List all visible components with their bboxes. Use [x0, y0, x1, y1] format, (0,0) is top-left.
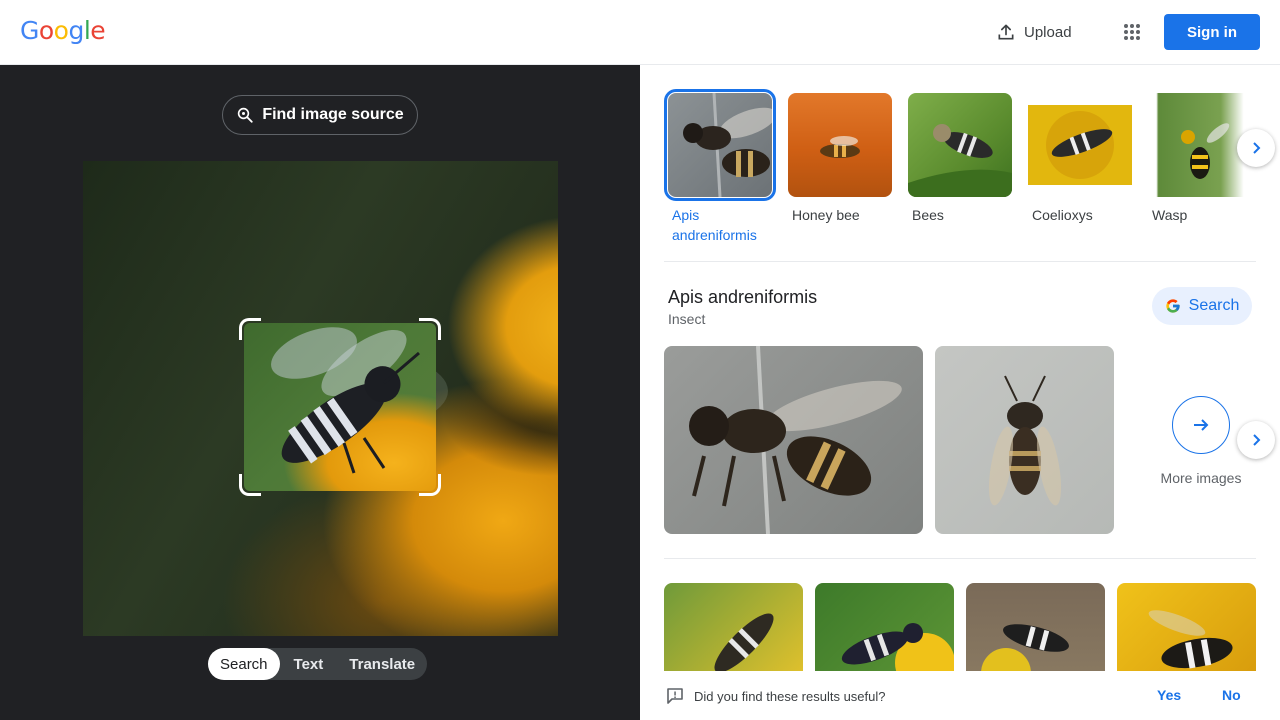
feedback-no-button[interactable]: No [1222, 687, 1241, 703]
related-item-wasp[interactable]: Wasp [1148, 93, 1252, 225]
related-item-coelioxys[interactable]: Coelioxys [1028, 93, 1132, 225]
bee-icon [683, 93, 772, 197]
bee-icon [820, 136, 860, 158]
feedback-bar: Did you find these results useful? Yes N… [640, 671, 1280, 720]
entity-next-button[interactable] [1237, 421, 1275, 459]
find-image-source-button[interactable]: Find image source [222, 95, 418, 135]
thumbnail [908, 93, 1012, 197]
bee-icon [1028, 105, 1132, 185]
visual-match-2[interactable] [815, 583, 954, 671]
visual-match-1[interactable] [664, 583, 803, 671]
related-item-label: Apis andreniformis [672, 207, 757, 243]
upload-icon [998, 24, 1014, 40]
source-image [83, 161, 558, 636]
crop-selection-frame[interactable] [239, 318, 441, 496]
apps-button[interactable] [1116, 16, 1148, 48]
upload-label: Upload [1024, 23, 1072, 41]
bee-icon [714, 613, 774, 671]
apps-grid-icon [1124, 24, 1140, 40]
related-entities-carousel: Apis andreniformis Honey bee Bees Coelio… [664, 89, 1275, 249]
thumbnail [1028, 93, 1132, 197]
related-item-label: Wasp [1152, 207, 1188, 223]
divider [664, 261, 1256, 262]
entity-search-button[interactable]: Search [1152, 287, 1252, 325]
crop-corner-top-right[interactable] [419, 318, 441, 340]
sign-in-button[interactable]: Sign in [1164, 14, 1260, 50]
bee-icon [841, 623, 954, 671]
chevron-right-icon [1253, 434, 1261, 446]
google-g-icon [1165, 299, 1180, 313]
feedback-question: Did you find these results useful? [694, 689, 886, 704]
related-item-label: Honey bee [792, 207, 860, 223]
bee-icon [908, 124, 1012, 197]
crop-corner-top-left[interactable] [239, 318, 261, 340]
related-item-label: Coelioxys [1032, 207, 1093, 223]
carousel-next-button[interactable] [1237, 129, 1275, 167]
find-image-source-label: Find image source [262, 106, 404, 123]
wasp-icon [1148, 610, 1233, 669]
entity-search-label: Search [1188, 297, 1240, 314]
related-item-honey-bee[interactable]: Honey bee [788, 93, 892, 225]
thumbnail [788, 93, 892, 197]
visual-match-4[interactable] [1117, 583, 1256, 671]
divider [664, 558, 1256, 559]
results-pane: Apis andreniformis Honey bee Bees Coelio… [640, 65, 1280, 671]
entity-image-1[interactable] [664, 346, 923, 534]
lens-image-pane: Find image source Search Text Translate [0, 65, 640, 720]
google-logo[interactable]: Google [20, 16, 106, 45]
visual-match-3[interactable] [966, 583, 1105, 671]
entity-subtitle: Insect [668, 311, 706, 327]
entity-image-2[interactable] [935, 346, 1114, 534]
thumbnail [664, 89, 776, 201]
related-item-label: Bees [912, 207, 944, 223]
chevron-right-icon [1253, 142, 1261, 154]
crop-corner-bottom-right[interactable] [419, 474, 441, 496]
crop-corner-bottom-left[interactable] [239, 474, 261, 496]
feedback-icon [667, 688, 683, 704]
tab-text[interactable]: Text [280, 648, 338, 680]
feedback-yes-button[interactable]: Yes [1157, 687, 1181, 703]
selected-region [244, 323, 436, 491]
bee-icon [271, 327, 420, 474]
top-header: Google Upload Sign in [0, 0, 1280, 65]
wasp-icon [981, 624, 1069, 671]
upload-button[interactable]: Upload [990, 14, 1078, 50]
lens-mode-bar: Search Text Translate [208, 648, 428, 680]
related-item-apis-andreniformis[interactable]: Apis andreniformis [664, 89, 776, 245]
bee-specimen-icon [689, 346, 902, 534]
tab-search[interactable]: Search [208, 648, 280, 680]
tab-translate[interactable]: Translate [337, 648, 427, 680]
arrow-right-icon [1172, 396, 1230, 454]
lens-search-icon [238, 107, 253, 123]
related-item-bees[interactable]: Bees [908, 93, 1012, 225]
bee-specimen-icon [988, 375, 1062, 506]
entity-title: Apis andreniformis [668, 287, 818, 307]
more-images-label: More images [1160, 470, 1242, 486]
